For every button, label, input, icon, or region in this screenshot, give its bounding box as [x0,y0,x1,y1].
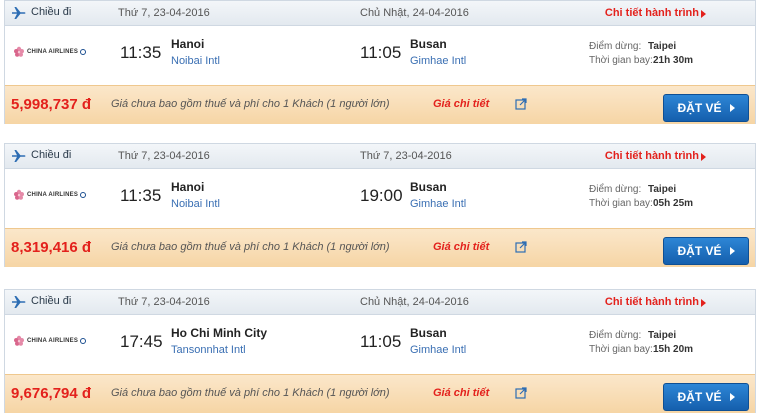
duration-value: 21h 30m [653,55,694,66]
airplane-icon [12,7,26,19]
depart-city: Ho Chi Minh City [171,326,267,340]
arrive-city: Busan [410,180,447,194]
airline-logo: CHINA AIRLINES [13,328,93,354]
depart-date: Thứ 7, 23-04-2016 [118,296,210,308]
price-note: Giá chưa bao gồm thuế và phí cho 1 Khách… [111,387,390,399]
plum-blossom-icon [14,189,24,200]
card-header: Chiều đi Thứ 7, 23-04-2016 Chủ Nhật, 24-… [5,1,755,26]
arrive-airport: Gimhae Intl [410,55,467,67]
itinerary-detail-link[interactable]: Chi tiết hành trình [605,7,699,19]
book-ticket-label: ĐẶT VÉ [677,390,722,404]
price-note: Giá chưa bao gồm thuế và phí cho 1 Khách… [111,98,390,110]
depart-city: Hanoi [171,180,205,194]
depart-city: Hanoi [171,37,205,51]
depart-time: 17:45 [120,332,163,351]
duration-value: 15h 20m [653,344,694,355]
price-note: Giá chưa bao gồm thuế và phí cho 1 Khách… [111,241,390,253]
external-link-icon[interactable] [515,241,527,253]
flight-info: CHINA AIRLINES 11:35 Hanoi Noibai Intl 1… [5,26,755,84]
depart-time: 11:35 [120,43,162,62]
flight-result-card: Chiều đi Thứ 7, 23-04-2016 Chủ Nhật, 24-… [4,0,756,124]
price: 8,319,416 đ [11,239,92,256]
arrow-right-icon [729,393,735,401]
stop-label: Điểm dừng: [589,330,642,341]
airline-logo: CHINA AIRLINES [13,39,93,65]
price-detail-link[interactable]: Giá chi tiết [433,98,489,110]
arrive-date: Thứ 7, 23-04-2016 [360,150,452,162]
card-header: Chiều đi Thứ 7, 23-04-2016 Chủ Nhật, 24-… [5,290,755,315]
airline-logo: CHINA AIRLINES [13,182,93,208]
duration-label: Thời gian bay: [589,344,653,355]
duration-label: Thời gian bay: [589,55,653,66]
registered-mark-icon [80,192,87,198]
arrive-date: Chủ Nhật, 24-04-2016 [360,7,469,19]
direction-label: Chiều đi [31,6,72,18]
duration-value: 05h 25m [653,198,694,209]
price-detail-link[interactable]: Giá chi tiết [433,387,489,399]
plum-blossom-icon [14,46,24,57]
price-detail-link[interactable]: Giá chi tiết [433,241,489,253]
book-ticket-label: ĐẶT VÉ [677,101,722,115]
depart-time: 11:35 [120,186,162,205]
price-bar: 8,319,416 đ Giá chưa bao gồm thuế và phí… [5,228,755,267]
depart-date: Thứ 7, 23-04-2016 [118,150,210,162]
flight-result-card: Chiều đi Thứ 7, 23-04-2016 Chủ Nhật, 24-… [4,289,756,413]
registered-mark-icon [80,49,87,55]
airplane-icon [12,296,26,308]
book-ticket-button[interactable]: ĐẶT VÉ [663,94,749,122]
direction-label: Chiều đi [31,149,72,161]
book-ticket-button[interactable]: ĐẶT VÉ [663,237,749,265]
registered-mark-icon [80,338,87,344]
airplane-icon [12,150,26,162]
arrive-city: Busan [410,326,447,340]
book-ticket-label: ĐẶT VÉ [677,244,722,258]
itinerary-detail-link[interactable]: Chi tiết hành trình [605,296,699,308]
price: 9,676,794 đ [11,385,92,402]
price-bar: 9,676,794 đ Giá chưa bao gồm thuế và phí… [5,374,755,413]
stop-value: Taipei [648,184,677,195]
price-bar: 5,998,737 đ Giá chưa bao gồm thuế và phí… [5,85,755,124]
flight-info: CHINA AIRLINES 17:45 Ho Chi Minh City Ta… [5,315,755,373]
arrive-airport: Gimhae Intl [410,344,467,356]
depart-airport: Tansonnhat Intl [171,344,246,356]
arrive-time: 11:05 [360,332,402,351]
airline-logo-text: CHINA AIRLINES [27,338,79,344]
stop-value: Taipei [648,330,677,341]
depart-date: Thứ 7, 23-04-2016 [118,7,210,19]
stop-value: Taipei [648,41,677,52]
airline-logo-text: CHINA AIRLINES [27,192,79,198]
arrive-time: 19:00 [360,186,403,205]
stop-label: Điểm dừng: [589,41,642,52]
card-header: Chiều đi Thứ 7, 23-04-2016 Thứ 7, 23-04-… [5,144,755,169]
arrow-right-icon[interactable] [701,10,706,18]
arrive-airport: Gimhae Intl [410,198,467,210]
duration-label: Thời gian bay: [589,198,653,209]
itinerary-detail-link[interactable]: Chi tiết hành trình [605,150,699,162]
arrow-right-icon [729,247,735,255]
price: 5,998,737 đ [11,96,92,113]
external-link-icon[interactable] [515,98,527,110]
book-ticket-button[interactable]: ĐẶT VÉ [663,383,749,411]
airline-logo-text: CHINA AIRLINES [27,49,79,55]
external-link-icon[interactable] [515,387,527,399]
arrow-right-icon[interactable] [701,153,706,161]
arrow-right-icon[interactable] [701,299,706,307]
arrow-right-icon [729,104,735,112]
arrive-city: Busan [410,37,447,51]
direction-label: Chiều đi [31,295,72,307]
flight-result-card: Chiều đi Thứ 7, 23-04-2016 Thứ 7, 23-04-… [4,143,756,267]
flight-info: CHINA AIRLINES 11:35 Hanoi Noibai Intl 1… [5,169,755,227]
arrive-date: Chủ Nhật, 24-04-2016 [360,296,469,308]
stop-label: Điểm dừng: [589,184,642,195]
arrive-time: 11:05 [360,43,402,62]
plum-blossom-icon [14,335,24,346]
depart-airport: Noibai Intl [171,55,220,67]
depart-airport: Noibai Intl [171,198,220,210]
